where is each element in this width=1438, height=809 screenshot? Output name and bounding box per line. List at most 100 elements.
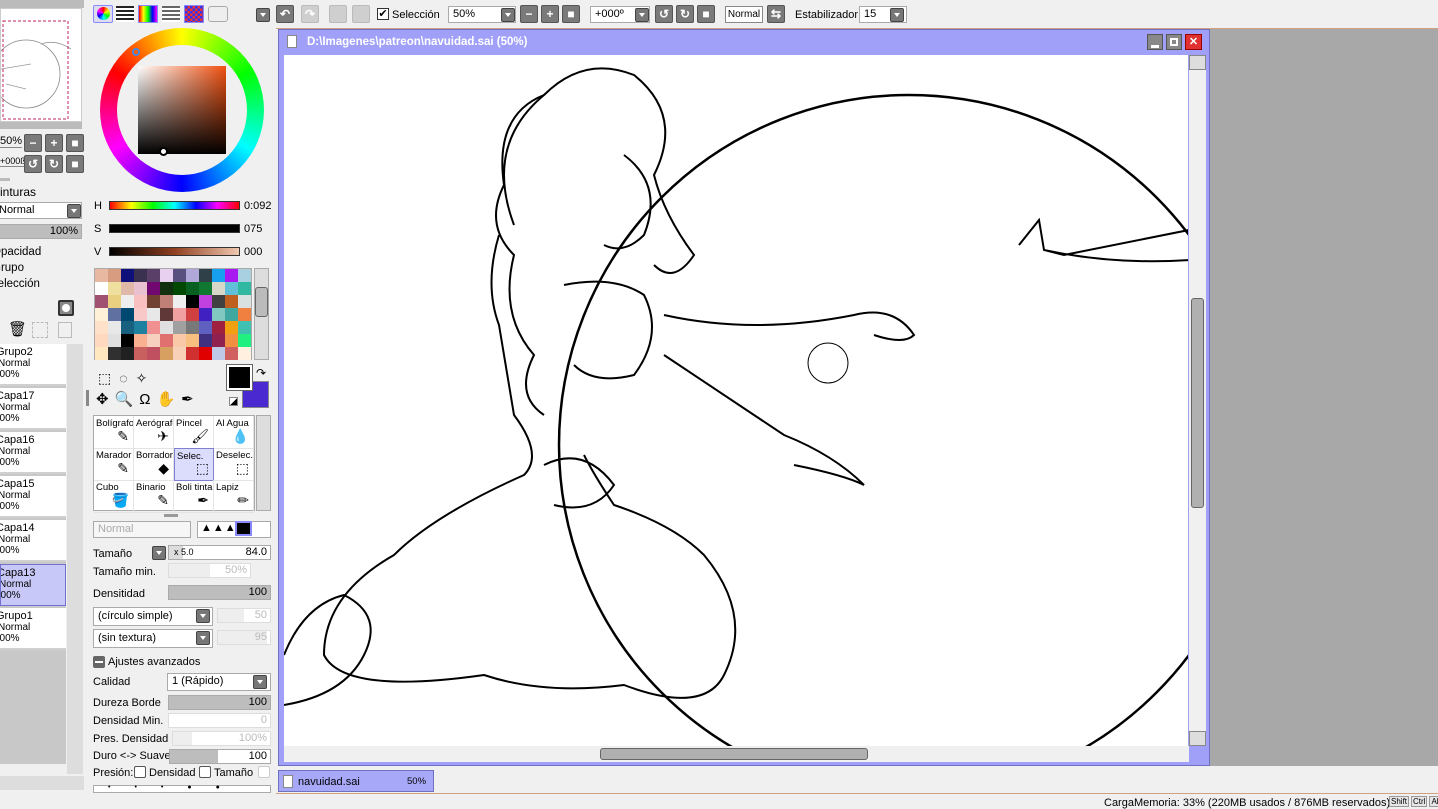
invert-selection-button[interactable] <box>352 5 370 23</box>
color-wheel-tab[interactable] <box>93 5 113 23</box>
tool-button[interactable]: Lapiz ✏ <box>214 480 254 513</box>
color-swatch[interactable] <box>95 269 108 282</box>
rotate-icon[interactable]: Ω <box>139 391 156 408</box>
color-swatch[interactable] <box>238 282 251 295</box>
color-swatch[interactable] <box>121 295 134 308</box>
color-swatch[interactable] <box>212 308 225 321</box>
color-swatch[interactable] <box>160 334 173 347</box>
toolbar-rotate-right-button[interactable]: ↻ <box>676 5 694 23</box>
layer-opacity-slider[interactable]: 100% <box>0 224 82 239</box>
color-swatch[interactable] <box>199 321 212 334</box>
color-swatch[interactable] <box>199 308 212 321</box>
chevron-down-icon[interactable] <box>501 8 515 22</box>
brush-shape-select[interactable]: (círculo simple) <box>93 607 213 626</box>
eyedropper-icon[interactable]: ✒ <box>181 391 200 408</box>
pressure-size-checkbox[interactable] <box>199 766 211 778</box>
color-swatch[interactable] <box>238 347 251 360</box>
panel-splitter[interactable] <box>0 178 10 181</box>
horizontal-scroll-thumb[interactable] <box>600 748 868 760</box>
color-swatch[interactable] <box>186 308 199 321</box>
advanced-settings-toggle[interactable]: Ajustes avanzados <box>108 656 200 668</box>
color-swatch[interactable] <box>225 321 238 334</box>
new-layer-icon[interactable] <box>58 322 72 338</box>
navigator-scrollbar-bottom[interactable] <box>0 122 82 129</box>
color-swatch[interactable] <box>95 347 108 360</box>
density-slider[interactable]: 100 <box>168 585 271 600</box>
toolbar-zoom-reset-button[interactable]: ■ <box>562 5 580 23</box>
selection-checkbox[interactable]: ✔ <box>377 8 389 20</box>
color-swatch[interactable] <box>147 295 160 308</box>
layer-item[interactable]: Capa15Normal100% <box>0 476 66 518</box>
chevron-down-icon[interactable] <box>196 631 210 645</box>
vertical-scroll-thumb[interactable] <box>1191 298 1204 508</box>
color-swatch[interactable] <box>108 269 121 282</box>
color-swatch[interactable] <box>108 321 121 334</box>
chevron-down-icon[interactable] <box>196 609 210 623</box>
color-swatch[interactable] <box>225 282 238 295</box>
navigator-angle[interactable]: +000ß <box>0 156 26 167</box>
edge-hardness-slider[interactable]: 100 <box>168 695 271 710</box>
rect-select-icon[interactable]: ⬚ <box>98 370 119 386</box>
chevron-down-icon[interactable] <box>635 8 649 22</box>
color-swatch[interactable] <box>147 269 160 282</box>
color-swatch[interactable] <box>134 282 147 295</box>
color-swatch[interactable] <box>199 269 212 282</box>
color-swatch[interactable] <box>212 282 225 295</box>
toolbar-rotate-reset-button[interactable]: ■ <box>697 5 715 23</box>
size-slider[interactable]: x 5.0 84.0 <box>168 545 271 560</box>
panel-splitter-handle[interactable] <box>86 390 89 406</box>
tool-button[interactable]: Binario ✎ <box>134 480 174 513</box>
move-icon[interactable]: ✥ <box>96 391 115 408</box>
color-swatch[interactable] <box>225 308 238 321</box>
tool-button[interactable]: Borrador ◆ <box>134 448 174 481</box>
pressure-density-slider[interactable]: 100% <box>172 731 271 746</box>
merge-layer-icon[interactable] <box>32 322 48 338</box>
magic-wand-icon[interactable]: ✧ <box>136 370 156 386</box>
color-swatch[interactable] <box>199 282 212 295</box>
layer-list-hscrollbar[interactable] <box>0 776 84 790</box>
color-swatch[interactable] <box>160 282 173 295</box>
color-swatch[interactable] <box>108 347 121 360</box>
color-swatch[interactable] <box>108 334 121 347</box>
reset-colors-icon[interactable] <box>229 397 238 406</box>
chevron-down-icon[interactable] <box>890 8 904 22</box>
color-swatch[interactable] <box>147 308 160 321</box>
layer-item[interactable]: Capa13Normal100% <box>0 564 66 606</box>
rgb-sliders-tab[interactable] <box>116 6 134 22</box>
color-swatch[interactable] <box>134 269 147 282</box>
color-swatch[interactable] <box>95 308 108 321</box>
color-swatch[interactable] <box>225 295 238 308</box>
color-swatch[interactable] <box>121 308 134 321</box>
chevron-down-icon[interactable] <box>67 204 81 218</box>
color-swatch[interactable] <box>238 334 251 347</box>
color-swatch[interactable] <box>238 321 251 334</box>
lasso-icon[interactable]: ◌ <box>119 370 135 386</box>
tool-button[interactable]: Bolígrafo ✎ <box>94 416 134 449</box>
color-swatch[interactable] <box>225 269 238 282</box>
min-size-slider[interactable]: 50% <box>168 563 251 578</box>
color-swatch[interactable] <box>173 295 186 308</box>
deselect-button[interactable] <box>329 5 347 23</box>
zoom-icon[interactable]: 🔍 <box>115 391 140 408</box>
color-swatch[interactable] <box>95 282 108 295</box>
option-clip-group[interactable]: Grupo <box>0 262 24 274</box>
color-swatch[interactable] <box>212 295 225 308</box>
tool-button[interactable]: Selec. ⬚ <box>174 448 214 481</box>
color-swatch[interactable] <box>134 347 147 360</box>
toolbar-menu-dropdown[interactable] <box>256 8 270 22</box>
color-swatch[interactable] <box>173 282 186 295</box>
color-swatch[interactable] <box>108 308 121 321</box>
trash-icon[interactable]: 🗑 <box>8 320 27 338</box>
color-swatch[interactable] <box>225 347 238 360</box>
brush-size-presets[interactable]: •••●● <box>93 784 271 793</box>
collapse-icon[interactable] <box>93 656 105 668</box>
toolbar-zoom-in-button[interactable]: + <box>541 5 559 23</box>
swatches-tab[interactable] <box>184 5 204 23</box>
navigator-preview[interactable] <box>0 8 82 122</box>
rotate-right-button[interactable]: ↻ <box>45 155 63 173</box>
undo-button[interactable]: ↶ <box>276 5 294 23</box>
min-density-slider[interactable]: 0 <box>168 713 271 728</box>
palette-scrollbar[interactable] <box>254 268 269 360</box>
color-swatch[interactable] <box>186 295 199 308</box>
color-swatch[interactable] <box>121 282 134 295</box>
